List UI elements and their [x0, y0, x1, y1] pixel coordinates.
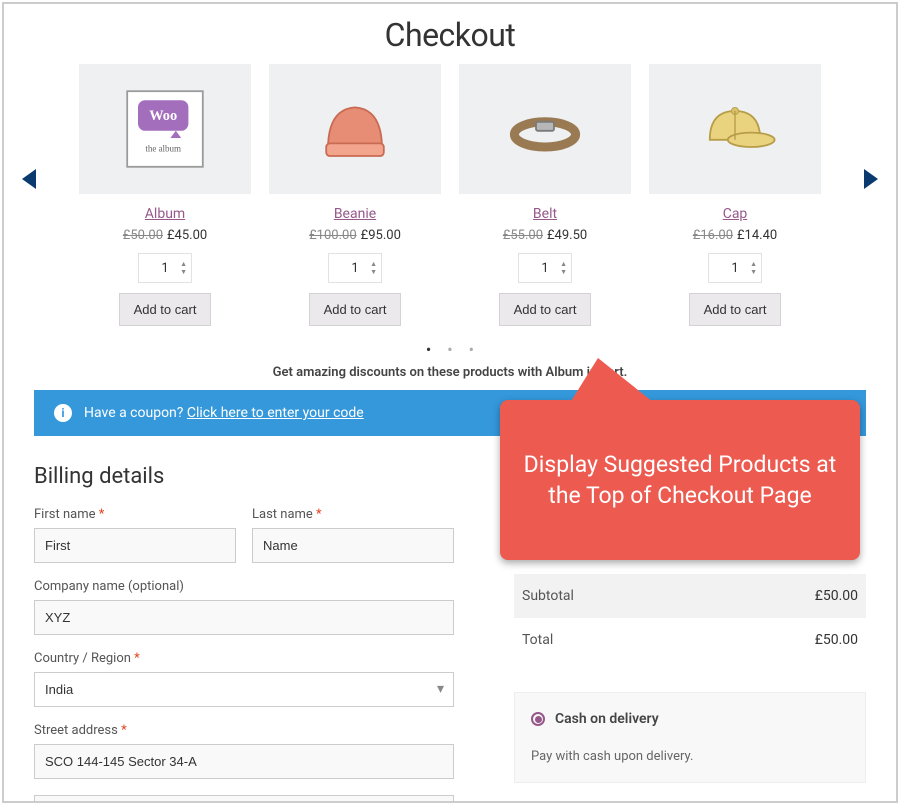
carousel-prev-arrow[interactable]	[22, 169, 36, 189]
qty-up-icon[interactable]: ▲	[750, 261, 757, 268]
product-card-album: Woo the album Album £50.00 £45.00 1 ▲▼ Ad…	[79, 64, 251, 326]
qty-down-icon[interactable]: ▼	[180, 269, 187, 276]
product-price-beanie: £100.00 £95.00	[269, 228, 441, 243]
album-icon: Woo the album	[120, 84, 210, 174]
product-carousel: Woo the album Album £50.00£45.00 1 ▲▼ Ad…	[4, 64, 896, 380]
carousel-next-arrow[interactable]	[864, 169, 878, 189]
qty-value: 1	[161, 261, 168, 276]
product-link-album[interactable]: Album	[145, 206, 185, 222]
annotation-callout: Display Suggested Products at the Top of…	[500, 400, 860, 560]
new-price: £45.00	[167, 228, 207, 243]
total-value: £50.00	[815, 632, 858, 648]
new-price: £49.50	[547, 228, 587, 243]
company-label: Company name (optional)	[34, 579, 454, 594]
qty-down-icon[interactable]: ▼	[560, 269, 567, 276]
product-price-cap: £16.00 £14.40	[649, 228, 821, 243]
carousel-dots: • • •	[44, 340, 856, 359]
beanie-icon	[310, 84, 400, 174]
old-price: £55.00	[503, 228, 543, 243]
carousel-dot-1[interactable]: •	[426, 340, 431, 359]
country-label: Country / Region *	[34, 651, 454, 666]
quantity-stepper[interactable]: 1 ▲▼	[518, 253, 572, 283]
qty-up-icon[interactable]: ▲	[180, 261, 187, 268]
qty-value: 1	[731, 261, 738, 276]
radio-icon	[531, 712, 545, 726]
product-link-cap[interactable]: Cap	[723, 206, 748, 222]
product-price-belt: £55.00 £49.50	[459, 228, 631, 243]
page-title: Checkout	[4, 16, 896, 54]
add-to-cart-button[interactable]: Add to cart	[499, 293, 592, 326]
payment-option-cod[interactable]: Cash on delivery	[531, 711, 849, 727]
first-name-input[interactable]	[34, 528, 236, 563]
street-label: Street address *	[34, 723, 454, 738]
coupon-prefix: Have a coupon?	[84, 405, 183, 421]
billing-section: Billing details First name * Last name *…	[34, 464, 454, 803]
payment-option-label: Cash on delivery	[555, 711, 659, 727]
quantity-stepper[interactable]: 1 ▲▼	[328, 253, 382, 283]
total-label: Total	[522, 632, 553, 648]
payment-description: Pay with cash upon delivery.	[531, 749, 849, 764]
product-image-belt[interactable]	[459, 64, 631, 194]
street-input[interactable]	[34, 744, 454, 779]
order-subtotal-row: Subtotal £50.00	[514, 574, 866, 618]
add-to-cart-button[interactable]: Add to cart	[119, 293, 212, 326]
country-select[interactable]	[34, 672, 454, 707]
carousel-dot-2[interactable]: •	[447, 340, 452, 359]
product-link-beanie[interactable]: Beanie	[334, 206, 376, 222]
belt-icon	[500, 84, 590, 174]
last-name-input[interactable]	[252, 528, 454, 563]
svg-text:Woo: Woo	[149, 108, 177, 124]
product-link-belt[interactable]: Belt	[533, 206, 557, 222]
product-image-beanie[interactable]	[269, 64, 441, 194]
old-price: £100.00	[309, 228, 357, 243]
qty-up-icon[interactable]: ▲	[560, 261, 567, 268]
qty-value: 1	[541, 261, 548, 276]
product-card-beanie: Beanie £100.00 £95.00 1 ▲▼ Add to cart	[269, 64, 441, 326]
quantity-stepper[interactable]: 1 ▲▼	[138, 253, 192, 283]
product-image-album[interactable]: Woo the album	[79, 64, 251, 194]
product-card-cap: Cap £16.00 £14.40 1 ▲▼ Add to cart	[649, 64, 821, 326]
qty-up-icon[interactable]: ▲	[370, 261, 377, 268]
callout-text: Display Suggested Products at the Top of…	[518, 449, 842, 511]
company-input[interactable]	[34, 600, 454, 635]
carousel-dot-3[interactable]: •	[469, 340, 474, 359]
product-price-album: £50.00 £45.00	[79, 228, 251, 243]
svg-text:the album: the album	[145, 144, 181, 154]
quantity-stepper[interactable]: 1 ▲▼	[708, 253, 762, 283]
new-price: £14.40	[737, 228, 777, 243]
subtotal-label: Subtotal	[522, 588, 574, 604]
add-to-cart-button[interactable]: Add to cart	[309, 293, 402, 326]
order-total-row: Total £50.00	[514, 618, 866, 662]
product-card-belt: Belt £55.00 £49.50 1 ▲▼ Add to cart	[459, 64, 631, 326]
last-name-label: Last name *	[252, 507, 454, 522]
cap-icon	[690, 84, 780, 174]
qty-value: 1	[351, 261, 358, 276]
subtotal-value: £50.00	[815, 588, 858, 604]
payment-box: Cash on delivery Pay with cash upon deli…	[514, 692, 866, 783]
apartment-input[interactable]	[34, 795, 454, 803]
first-name-label: First name *	[34, 507, 236, 522]
qty-down-icon[interactable]: ▼	[750, 269, 757, 276]
info-icon: i	[54, 404, 72, 422]
qty-down-icon[interactable]: ▼	[370, 269, 377, 276]
old-price: £16.00	[693, 228, 733, 243]
add-to-cart-button[interactable]: Add to cart	[689, 293, 782, 326]
new-price: £95.00	[361, 228, 401, 243]
billing-title: Billing details	[34, 464, 454, 489]
coupon-link[interactable]: Click here to enter your code	[187, 405, 364, 421]
old-price: £50.00	[123, 228, 163, 243]
promo-text: Get amazing discounts on these products …	[44, 365, 856, 380]
product-image-cap[interactable]	[649, 64, 821, 194]
